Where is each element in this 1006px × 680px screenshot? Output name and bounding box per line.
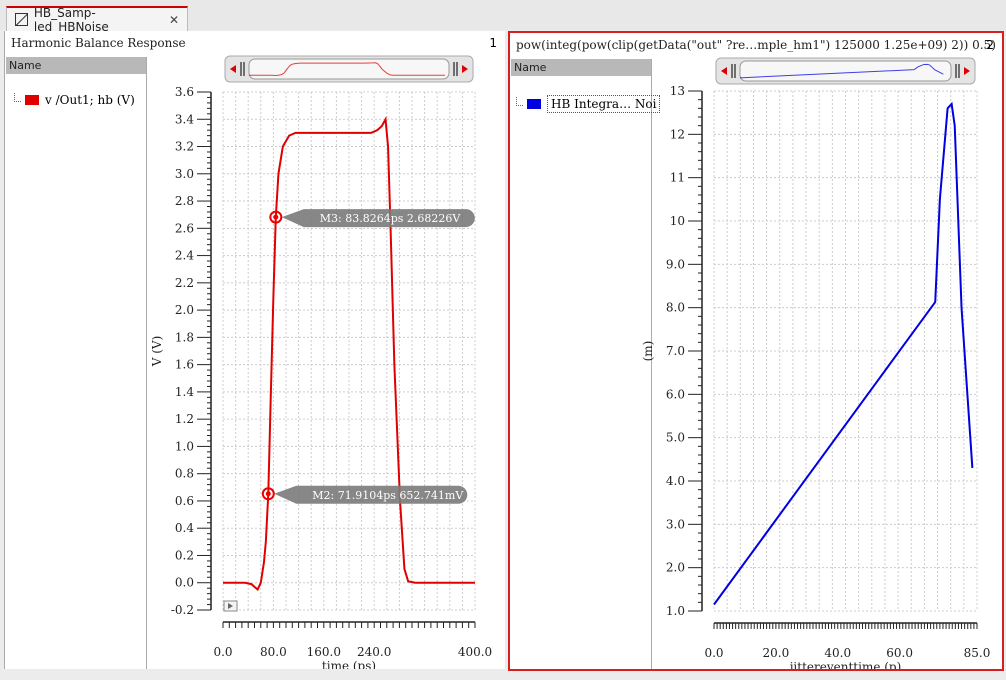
marker-dot	[265, 491, 271, 497]
close-icon[interactable]: ✕	[169, 13, 179, 27]
x-tick-label: 80.0	[260, 645, 287, 659]
y-tick-label: 3.6	[175, 85, 194, 99]
x-tick-label: 85.0	[964, 646, 991, 660]
y-tick-label: 10	[670, 214, 685, 228]
y-tick-label: 3.2	[175, 140, 194, 154]
y-tick-label: 8.0	[666, 301, 685, 315]
y-tick-label: 1.0	[175, 439, 194, 453]
plot-area-1[interactable]: -0.2 0.0 0.2 0.4 0.6 0.8 1.0 1.2 1.4 1.6 1.8 2.0 2.2…	[5, 31, 505, 669]
trace-line	[713, 101, 974, 606]
schematic-icon	[15, 13, 28, 26]
y-tick-label: 13	[670, 84, 685, 98]
y-tick-label: 2.0	[175, 303, 194, 317]
x-tick-label: 20.0	[763, 646, 790, 660]
y-tick-label: 1.0	[666, 604, 685, 618]
y-tick-label: 3.0	[175, 167, 194, 181]
tab-label: HB_Samp-led_HBNoise	[33, 5, 109, 34]
x-tick-label: 0.0	[213, 645, 232, 659]
y-tick-label: 1.4	[175, 385, 194, 399]
y-axis-label: (m)	[641, 341, 655, 362]
y-tick-label: 2.8	[175, 194, 194, 208]
y-tick-label: 0.0	[175, 576, 194, 590]
overview-thumb	[248, 58, 450, 80]
x-tick-label: 40.0	[824, 646, 851, 660]
y-tick-label: 0.4	[175, 521, 194, 535]
y-tick-label: 3.4	[175, 112, 194, 126]
plot-area-2[interactable]: 1.0 2.0 3.0 4.0 5.0 6.0 7.0 8.0 9.0 10 11 12 13 (m) 0.…	[510, 33, 1002, 669]
x-tick-label: 60.0	[886, 646, 913, 660]
y-tick-label: -0.2	[171, 603, 194, 617]
y-tick-label: 5.0	[666, 431, 685, 445]
y-tick-label: 3.0	[666, 517, 685, 531]
y-tick-label: 12	[670, 127, 685, 141]
x-tick-label: 400.0	[458, 645, 492, 659]
y-tick-label: 1.8	[175, 330, 194, 344]
marker-dot	[273, 214, 279, 220]
plot-panel-1: Harmonic Balance Response 1 Name v /Out1…	[4, 31, 505, 669]
y-tick-label: 4.0	[666, 474, 685, 488]
y-tick-label: 9.0	[666, 257, 685, 271]
y-tick-label: 11	[670, 171, 685, 185]
x-axis-label: jittereventtime (p)	[788, 660, 902, 669]
y-axis-label: V (V)	[150, 336, 164, 368]
y-tick-label: 2.0	[666, 561, 685, 575]
marker-label: M3: 83.8264ps 2.68226V	[320, 212, 462, 225]
y-tick-label: 1.2	[175, 412, 194, 426]
y-tick-label: 2.4	[175, 249, 194, 263]
x-tick-label: 160.0	[307, 645, 341, 659]
y-tick-label: 2.2	[175, 276, 194, 290]
y-tick-label: 0.8	[175, 467, 194, 481]
tab-bar: HB_Samp-led_HBNoise ✕	[0, 0, 1006, 34]
y-tick-label: 6.0	[666, 387, 685, 401]
y-tick-label: 7.0	[666, 344, 685, 358]
y-tick-label: 0.6	[175, 494, 194, 508]
y-tick-label: 0.2	[175, 548, 194, 562]
marker-label: M2: 71.9104ps 652.741mV	[312, 489, 464, 502]
x-tick-label: 0.0	[704, 646, 723, 660]
y-tick-label: 1.6	[175, 358, 194, 372]
x-axis-label: time (ps)	[322, 659, 376, 669]
y-tick-label: 2.6	[175, 221, 194, 235]
plot-panel-2: pow(integ(pow(clip(getData("out" ?re…mpl…	[508, 31, 1004, 671]
x-tick-label: 240.0	[357, 645, 391, 659]
tab-hb-sampled-hbnoise[interactable]: HB_Samp-led_HBNoise ✕	[6, 5, 188, 34]
overview-thumb	[739, 60, 952, 82]
